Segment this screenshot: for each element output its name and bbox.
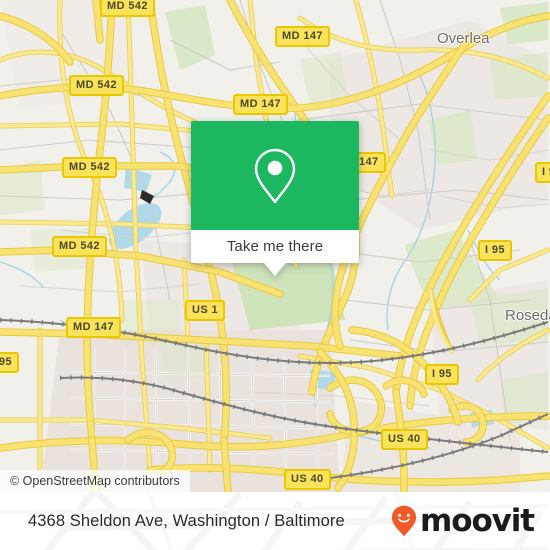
road-shield: MD 542 (52, 236, 107, 257)
road-shield: MD 147 (66, 317, 121, 338)
callout-icon-panel (191, 121, 359, 230)
road-shield: US 1 (185, 300, 226, 321)
place-label-overlea: Overlea (437, 30, 490, 47)
take-me-there-label: Take me there (226, 238, 324, 255)
callout-tail (264, 263, 286, 276)
map-pin-icon (254, 148, 296, 203)
footer-bar: 4368 Sheldon Ave, Washington / Baltimore… (0, 492, 550, 550)
road-shield: MD 542 (62, 157, 117, 178)
take-me-there-button[interactable]: Take me there (191, 230, 359, 263)
road-shield: MD 542 (69, 75, 124, 96)
road-shield: I 95 (425, 364, 459, 385)
osm-attribution[interactable]: © OpenStreetMap contributors (0, 470, 190, 492)
road-shield: I 95 (535, 162, 550, 183)
moovit-wordmark: moovit (420, 502, 535, 539)
map-canvas[interactable]: .land{fill:#F2F0EB} .urban{fill:#EDE8E3}… (0, 0, 550, 492)
road-shield: I 95 (478, 240, 512, 261)
place-label-rosedale: Rosedale (505, 307, 550, 324)
road-shield: 95 (0, 352, 20, 373)
road-shield: US 40 (381, 429, 428, 450)
road-shield: MD 542 (100, 0, 155, 17)
address-label: 4368 Sheldon Ave, Washington / Baltimore (28, 511, 345, 530)
road-shield: US 40 (284, 469, 331, 490)
moovit-smiley-pin-icon (391, 505, 417, 537)
moovit-logo[interactable]: moovit (391, 502, 535, 539)
osm-attribution-text: © OpenStreetMap contributors (10, 474, 180, 488)
road-shield: MD 147 (233, 94, 288, 115)
map-screenshot: .land{fill:#F2F0EB} .urban{fill:#EDE8E3}… (0, 0, 550, 550)
road-shield: MD 147 (275, 26, 330, 47)
destination-callout[interactable]: Take me there (191, 121, 359, 276)
